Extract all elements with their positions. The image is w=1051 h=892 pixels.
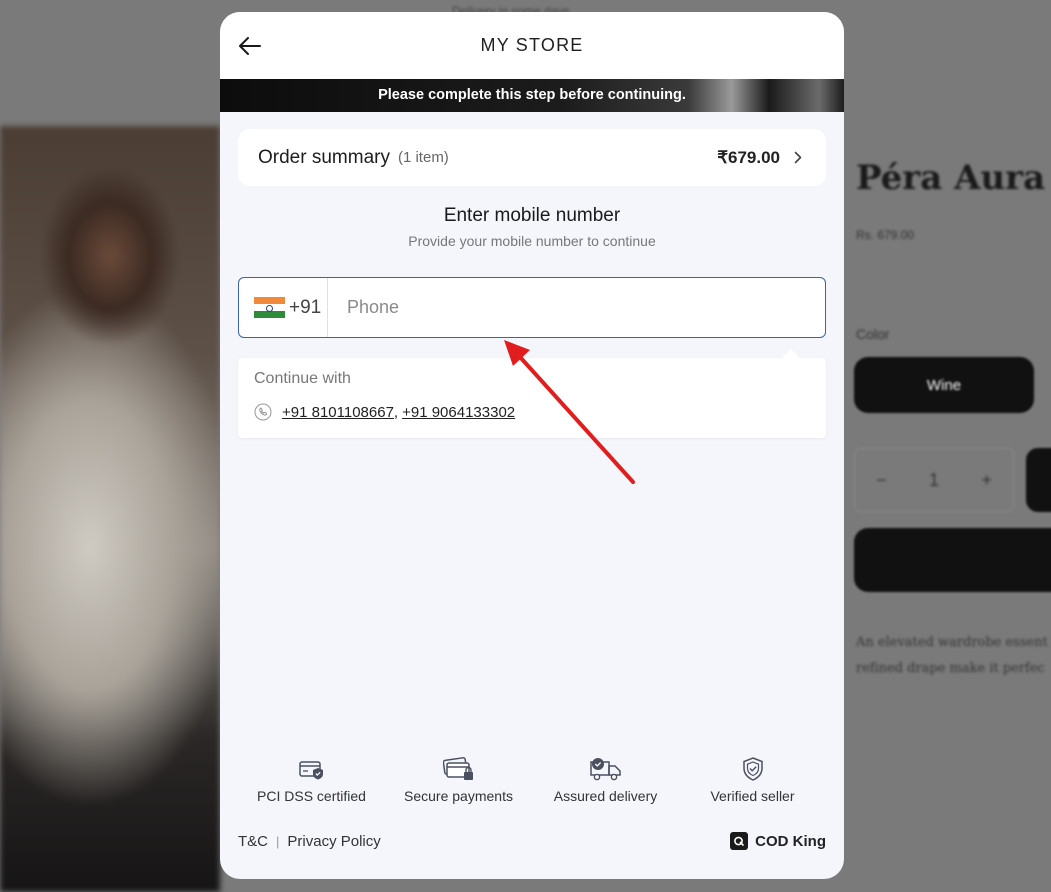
phone-input[interactable] xyxy=(328,278,825,337)
brand-badge: COD King xyxy=(730,832,826,850)
trust-badge-secure: Secure payments xyxy=(385,756,532,804)
qty-value: 1 xyxy=(928,469,939,490)
description-line: refined drape make it perfec xyxy=(856,661,1045,676)
product-price: Rs. 679.00 xyxy=(856,228,915,242)
phone-field: +91 xyxy=(238,277,826,338)
trust-badge-delivery: Assured delivery xyxy=(532,756,679,804)
delivery-truck-icon xyxy=(589,758,621,781)
product-description: An elevated wardrobe essent refined drap… xyxy=(856,630,1051,682)
shield-check-icon xyxy=(742,757,763,781)
order-total: ₹679.00 xyxy=(717,147,780,167)
order-summary-title: Order summary xyxy=(258,146,390,168)
country-code-selector[interactable]: +91 xyxy=(239,278,328,337)
add-to-cart-button xyxy=(1026,448,1051,512)
terms-link[interactable]: T&C xyxy=(238,833,268,850)
card-lock-icon xyxy=(442,757,473,780)
brand-name: COD King xyxy=(755,832,826,850)
card-shield-icon xyxy=(298,761,323,780)
trust-badge-label: Verified seller xyxy=(710,788,795,804)
product-title: Péra Aura S xyxy=(856,158,1051,198)
mobile-heading: Enter mobile number xyxy=(443,205,621,226)
buy-now-button xyxy=(854,528,1051,592)
trust-badge-label: Secure payments xyxy=(404,788,513,804)
mobile-subheading: Provide your mobile number to continue xyxy=(408,233,656,249)
saved-numbers-row: +91 8101108667 , +91 9064133302 xyxy=(254,403,515,421)
privacy-policy-link[interactable]: Privacy Policy xyxy=(287,833,380,850)
dropdown-caret xyxy=(782,349,800,358)
continue-with-label: Continue with xyxy=(254,370,351,387)
saved-number-link[interactable]: +91 9064133302 xyxy=(402,404,515,421)
modal-header: MY STORE xyxy=(220,12,844,79)
cod-king-logo-icon xyxy=(730,832,749,850)
trust-badges: PCI DSS certified Secure payments Assure… xyxy=(238,756,826,804)
checkout-modal: MY STORE Please complete this step befor… xyxy=(220,12,844,879)
color-swatch-button: Wine xyxy=(854,357,1034,413)
qty-plus: + xyxy=(981,469,992,490)
store-title: MY STORE xyxy=(480,35,584,55)
trust-badge-label: Assured delivery xyxy=(553,788,658,804)
india-flag-icon xyxy=(254,296,285,319)
description-line: An elevated wardrobe essent xyxy=(856,635,1048,650)
saved-number-link[interactable]: +91 8101108667 xyxy=(282,404,394,421)
quantity-stepper: − 1 + xyxy=(854,448,1014,512)
order-summary-button[interactable]: Order summary (1 item) ₹679.00 xyxy=(238,129,826,186)
trust-badge-pci: PCI DSS certified xyxy=(238,756,385,804)
chevron-right-icon xyxy=(794,151,806,165)
footer-links: T&C | Privacy Policy xyxy=(238,833,381,850)
product-details: Péra Aura S Rs. 679.00 Color Wine − 1 + … xyxy=(844,0,1051,892)
saved-numbers-dropdown: Continue with +91 8101108667 , +91 90641… xyxy=(238,349,826,438)
phone-icon xyxy=(254,403,272,421)
order-item-count: (1 item) xyxy=(397,149,449,166)
footer-divider: | xyxy=(276,834,280,849)
trust-badge-label: PCI DSS certified xyxy=(257,788,366,804)
country-code: +91 xyxy=(289,296,322,318)
qty-minus: − xyxy=(876,469,887,490)
number-separator: , xyxy=(393,403,399,421)
product-photo xyxy=(0,126,220,892)
notice-banner: Please complete this step before continu… xyxy=(220,79,844,112)
color-label: Color xyxy=(856,326,890,342)
trust-badge-verified: Verified seller xyxy=(679,756,826,804)
